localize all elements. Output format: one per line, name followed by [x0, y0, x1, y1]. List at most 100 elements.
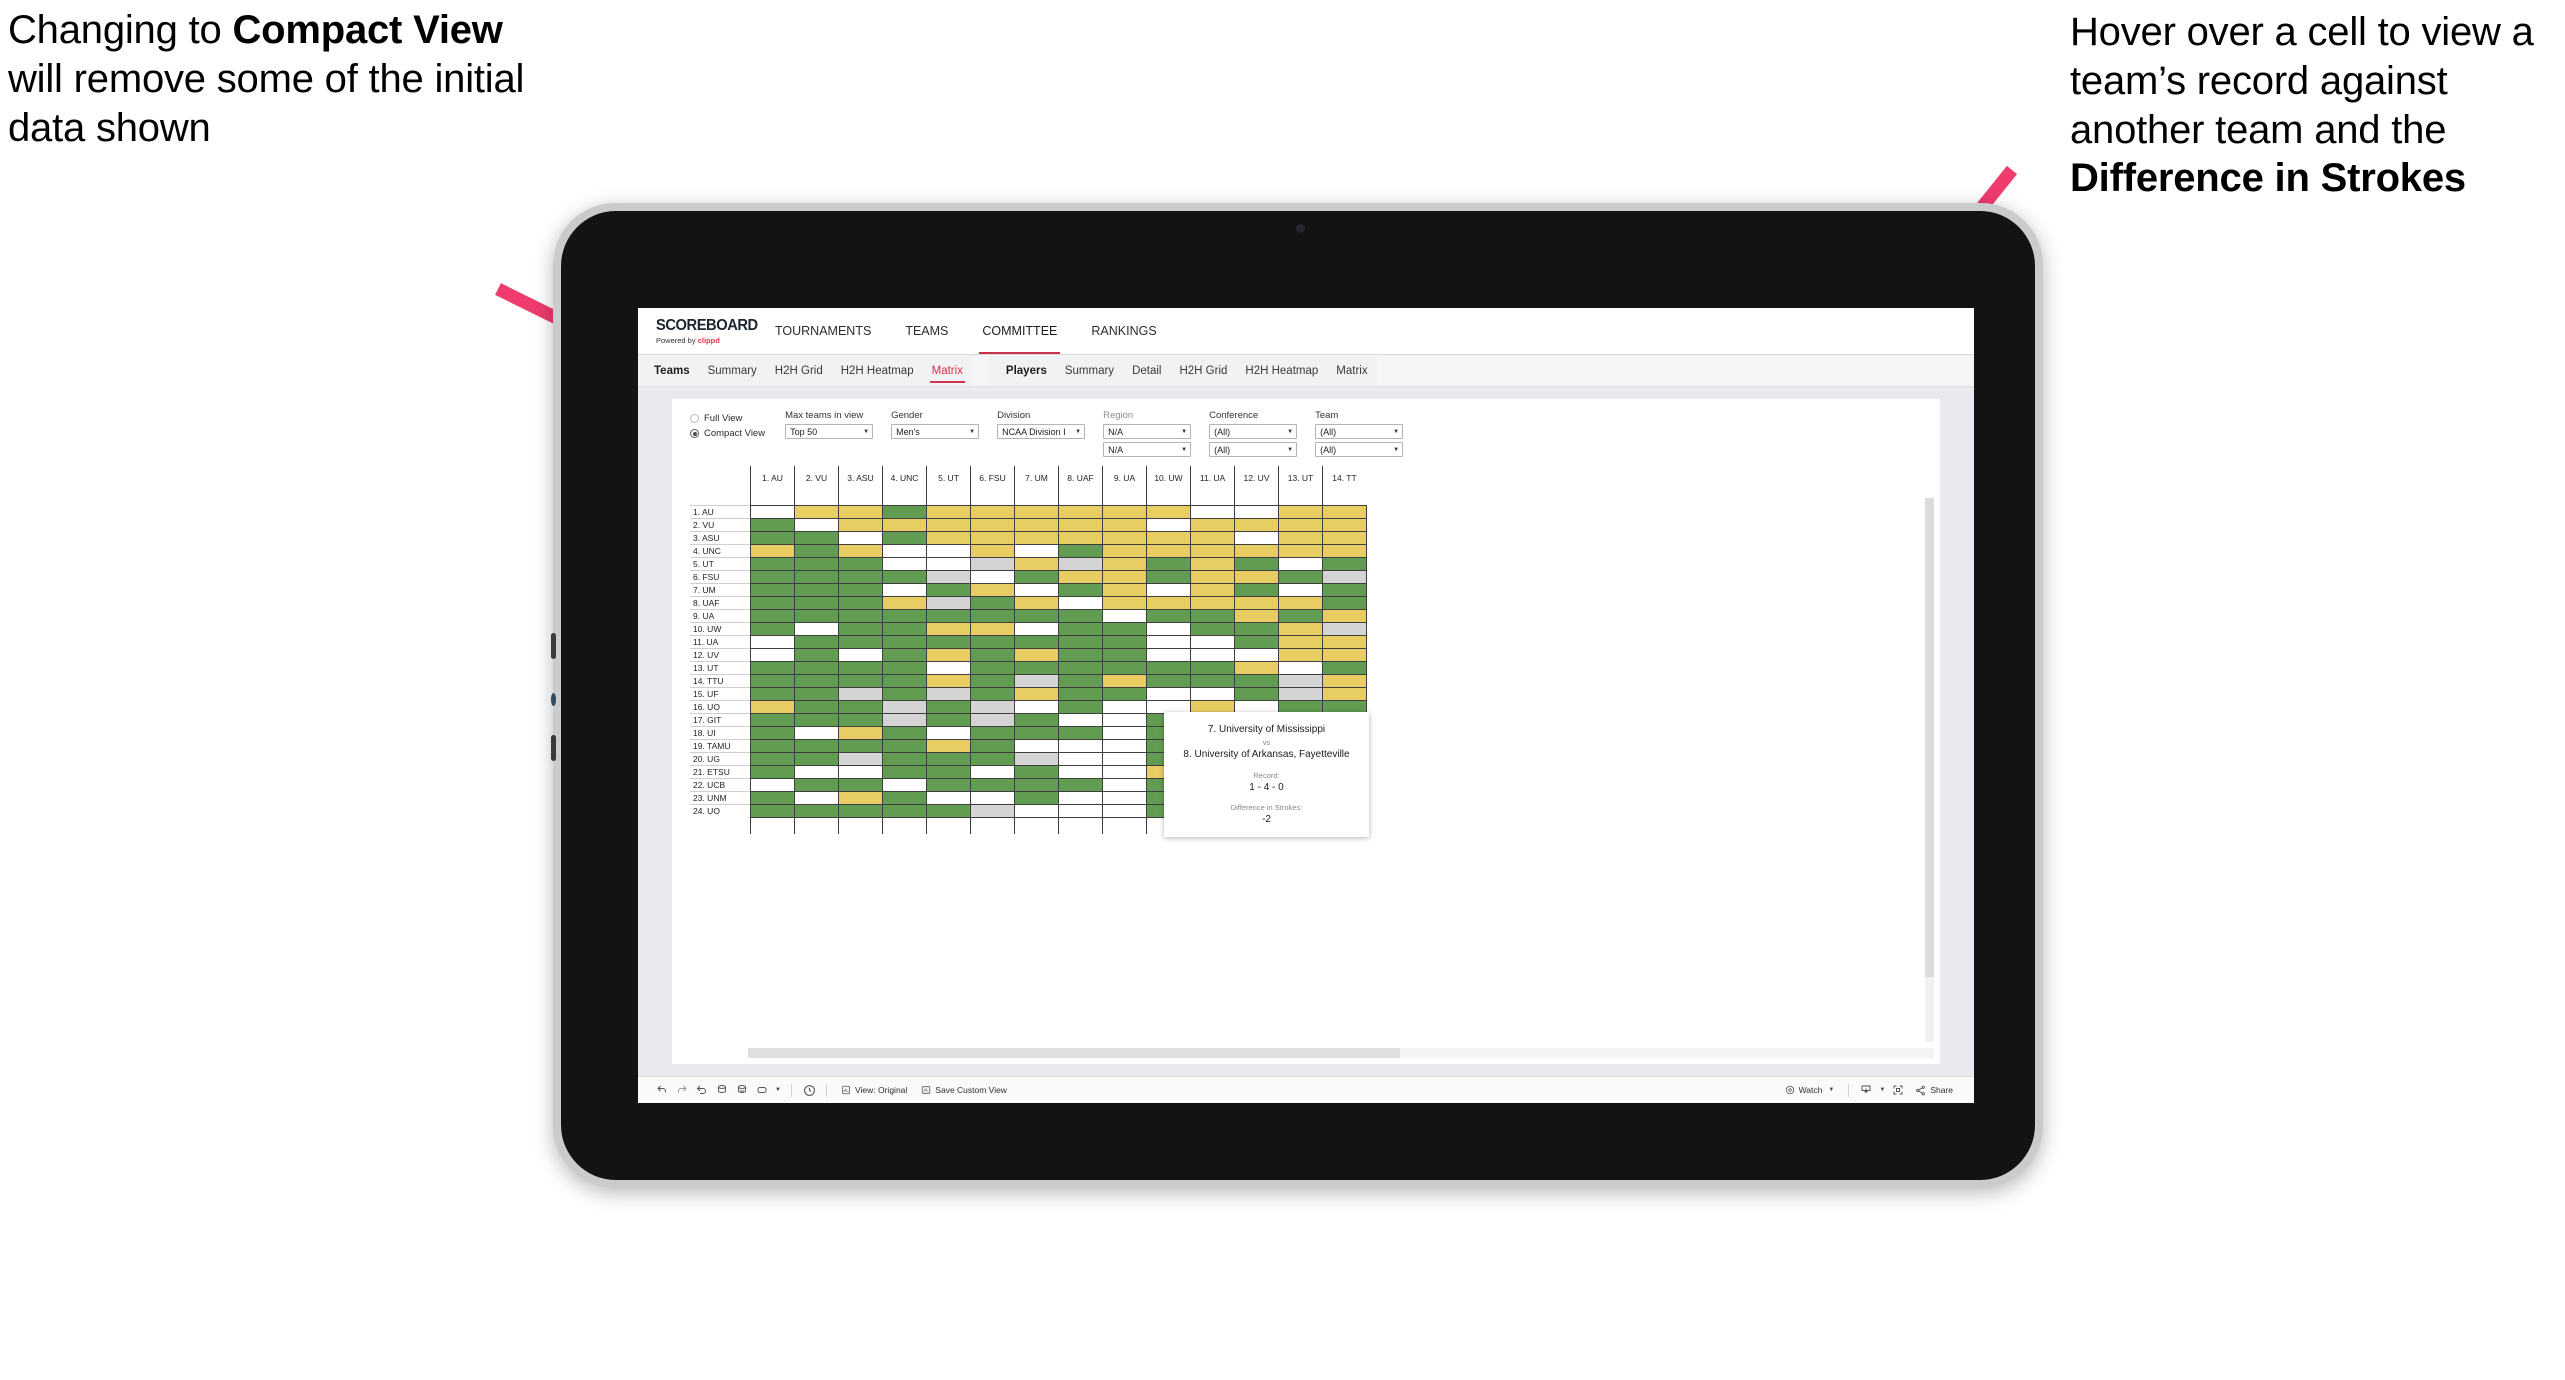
matrix-cell[interactable]	[794, 609, 839, 623]
subnav-players-h2h-grid[interactable]: H2H Grid	[1170, 355, 1236, 386]
matrix-cell[interactable]	[1014, 557, 1059, 571]
filter-gender-select[interactable]: Men's ▼	[891, 424, 980, 439]
download-icon[interactable]	[1856, 1080, 1876, 1100]
matrix-row-header[interactable]: 16. UO	[690, 700, 751, 714]
matrix-cell[interactable]	[838, 531, 883, 545]
topnav-item-committee[interactable]: COMMITTEE	[965, 308, 1074, 354]
matrix-cell[interactable]	[1058, 687, 1103, 701]
matrix-cell[interactable]	[1278, 687, 1323, 701]
matrix-cell[interactable]	[1146, 583, 1191, 597]
matrix-cell[interactable]	[970, 726, 1015, 740]
matrix-cell[interactable]	[882, 713, 927, 727]
matrix-col-header[interactable]: 3. ASU	[838, 466, 883, 490]
save-custom-view-button[interactable]: Save Custom View	[914, 1085, 1014, 1095]
matrix-cell[interactable]	[1278, 661, 1323, 675]
matrix-cell[interactable]	[882, 609, 927, 623]
matrix-cell[interactable]	[838, 635, 883, 649]
matrix-cell[interactable]	[1058, 622, 1103, 636]
matrix-cell[interactable]	[794, 687, 839, 701]
matrix-cell[interactable]	[838, 609, 883, 623]
matrix-cell[interactable]	[926, 544, 971, 558]
filter-max-teams-select[interactable]: Top 50 ▼	[785, 424, 874, 439]
matrix-cell[interactable]	[1146, 557, 1191, 571]
matrix-cell[interactable]	[1058, 570, 1103, 584]
matrix-cell[interactable]	[1190, 622, 1235, 636]
device-button-volume-down[interactable]	[551, 735, 556, 761]
matrix-cell[interactable]	[750, 713, 795, 727]
download-dropdown-icon[interactable]: ▼	[1876, 1080, 1888, 1100]
matrix-cell[interactable]	[970, 596, 1015, 610]
horizontal-scrollbar-thumb[interactable]	[748, 1048, 1401, 1058]
matrix-cell[interactable]	[970, 609, 1015, 623]
matrix-cell[interactable]	[794, 661, 839, 675]
matrix-cell[interactable]	[1102, 596, 1147, 610]
matrix-cell[interactable]	[794, 648, 839, 662]
matrix-cell[interactable]	[1146, 609, 1191, 623]
matrix-col-header[interactable]: 1. AU	[750, 466, 795, 490]
matrix-cell[interactable]	[1014, 505, 1059, 519]
matrix-row-header[interactable]: 2. VU	[690, 518, 751, 532]
matrix-cell[interactable]	[1058, 518, 1103, 532]
matrix-cell[interactable]	[838, 765, 883, 779]
matrix-cell[interactable]	[970, 687, 1015, 701]
matrix-cell[interactable]	[838, 505, 883, 519]
filter-team-select-1[interactable]: (All) ▼	[1315, 424, 1404, 439]
matrix-cell[interactable]	[750, 674, 795, 688]
topnav-item-tournaments[interactable]: TOURNAMENTS	[758, 308, 888, 354]
horizontal-scrollbar[interactable]	[748, 1048, 1934, 1058]
matrix-cell[interactable]	[838, 661, 883, 675]
matrix-cell[interactable]	[1014, 544, 1059, 558]
matrix-cell[interactable]	[750, 518, 795, 532]
matrix-cell[interactable]	[1278, 583, 1323, 597]
matrix-cell[interactable]	[1014, 648, 1059, 662]
matrix-cell[interactable]	[1014, 596, 1059, 610]
matrix-cell[interactable]	[970, 765, 1015, 779]
matrix-cell[interactable]	[1014, 791, 1059, 805]
matrix-cell[interactable]	[1234, 596, 1279, 610]
matrix-cell[interactable]	[1190, 583, 1235, 597]
matrix-cell[interactable]	[1322, 557, 1367, 571]
matrix-cell[interactable]	[926, 622, 971, 636]
matrix-cell[interactable]	[1278, 596, 1323, 610]
matrix-cell[interactable]	[794, 505, 839, 519]
matrix-cell[interactable]	[750, 505, 795, 519]
watch-button[interactable]: Watch ▼	[1778, 1085, 1842, 1095]
topnav-item-rankings[interactable]: RANKINGS	[1074, 308, 1173, 354]
matrix-cell[interactable]	[794, 518, 839, 532]
matrix-cell[interactable]	[1322, 505, 1367, 519]
subnav-teams-summary[interactable]: Summary	[699, 355, 766, 386]
subnav-players-summary[interactable]: Summary	[1056, 355, 1123, 386]
matrix-cell[interactable]	[1014, 635, 1059, 649]
matrix-cell[interactable]	[1014, 583, 1059, 597]
matrix-cell[interactable]	[750, 700, 795, 714]
revert-icon[interactable]	[692, 1080, 712, 1100]
matrix-cell[interactable]	[926, 752, 971, 766]
matrix-cell[interactable]	[1190, 661, 1235, 675]
view-original-button[interactable]: View: Original	[834, 1085, 914, 1095]
matrix-cell[interactable]	[1102, 726, 1147, 740]
undo-icon[interactable]	[652, 1080, 672, 1100]
matrix-cell[interactable]	[750, 765, 795, 779]
matrix-cell[interactable]	[1014, 739, 1059, 753]
matrix-cell[interactable]	[1058, 648, 1103, 662]
matrix-cell[interactable]	[750, 583, 795, 597]
matrix-cell[interactable]	[1278, 648, 1323, 662]
filter-conference-select-2[interactable]: (All) ▼	[1209, 442, 1298, 457]
matrix-cell[interactable]	[882, 518, 927, 532]
matrix-col-header[interactable]: 8. UAF	[1058, 466, 1103, 490]
matrix-cell[interactable]	[1234, 687, 1279, 701]
matrix-cell[interactable]	[794, 739, 839, 753]
matrix-cell[interactable]	[1322, 570, 1367, 584]
matrix-cell[interactable]	[794, 544, 839, 558]
matrix-cell[interactable]	[1102, 518, 1147, 532]
redo-icon[interactable]	[672, 1080, 692, 1100]
matrix-cell[interactable]	[1102, 505, 1147, 519]
matrix-cell[interactable]	[1058, 778, 1103, 792]
matrix-cell[interactable]	[882, 648, 927, 662]
matrix-cell[interactable]	[1014, 687, 1059, 701]
matrix-row-header[interactable]: 24. UO	[690, 804, 751, 817]
radio-compact-view[interactable]: Compact View	[690, 428, 765, 439]
matrix-cell[interactable]	[1014, 778, 1059, 792]
matrix-cell[interactable]	[1102, 583, 1147, 597]
matrix-cell[interactable]	[1014, 531, 1059, 545]
